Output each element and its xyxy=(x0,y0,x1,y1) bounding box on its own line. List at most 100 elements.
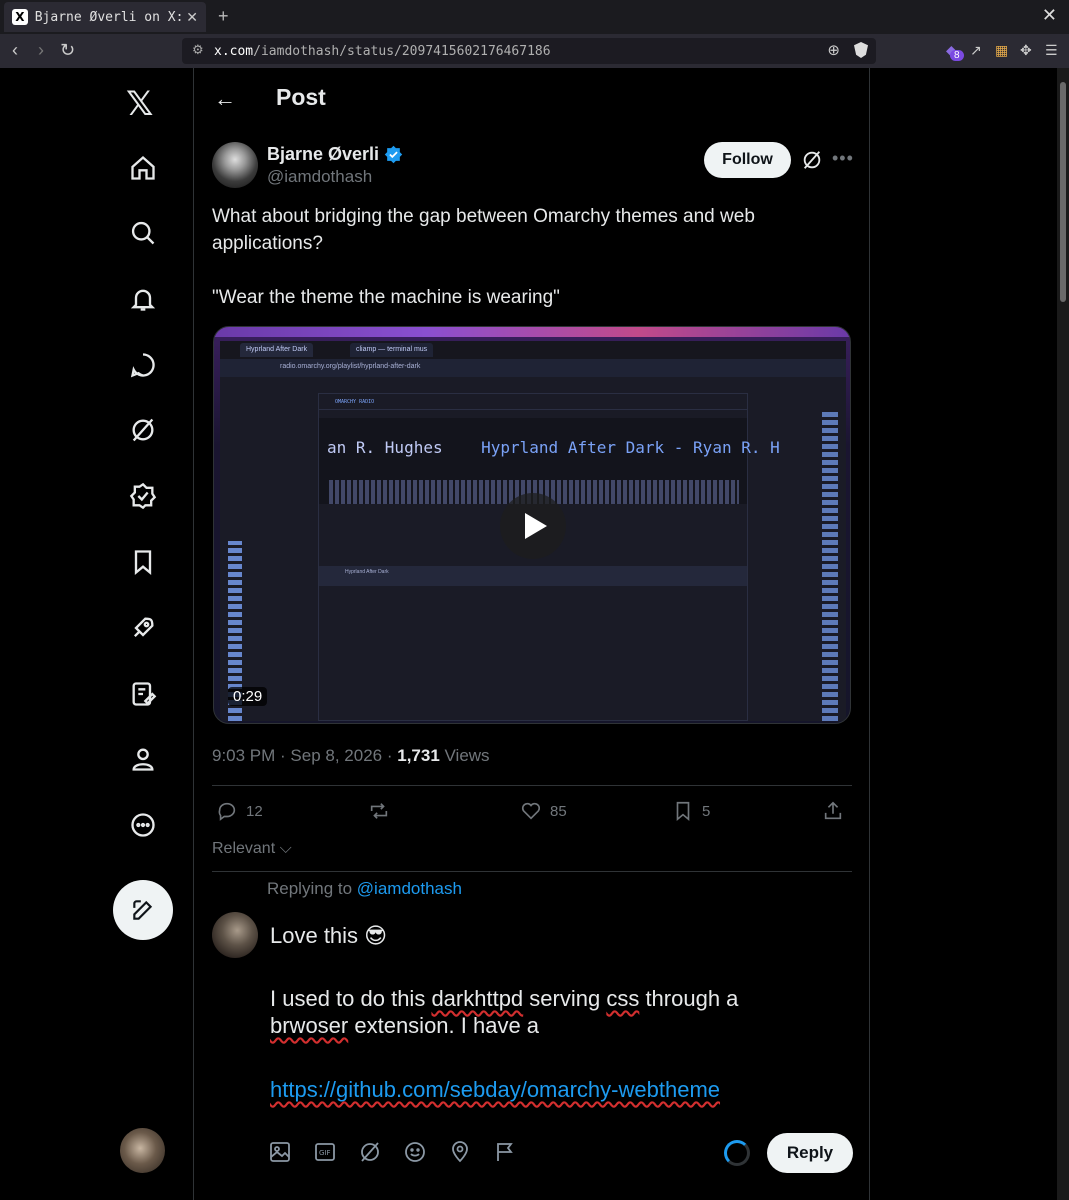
post-metadata: 9:03 PM · Sep 8, 2026 · 1,731 Views xyxy=(212,746,490,765)
follow-button[interactable]: Follow xyxy=(704,142,791,178)
brave-shield-icon[interactable] xyxy=(854,42,868,58)
media-icon[interactable] xyxy=(268,1140,292,1164)
grid-extension-icon[interactable]: ▦ xyxy=(995,42,1011,58)
reply-icon xyxy=(218,802,236,821)
grok-icon[interactable] xyxy=(358,1140,382,1164)
video-marquee-a: an R. Hughes xyxy=(327,438,443,457)
reply-line3-rest: extension. I have a xyxy=(348,1013,540,1038)
rocket-icon[interactable] xyxy=(127,612,159,644)
messages-icon[interactable] xyxy=(127,349,159,381)
extension-badge: 8 xyxy=(950,50,964,61)
video-app-bar: OMARCHY RADIO xyxy=(319,394,747,410)
flag-icon[interactable] xyxy=(493,1140,517,1164)
home-icon[interactable] xyxy=(127,152,159,184)
page-title: Post xyxy=(276,84,326,110)
replying-to-handle[interactable]: @iamdothash xyxy=(357,879,462,898)
location-icon[interactable] xyxy=(448,1140,472,1164)
video-track-row: Hyprland After Dark xyxy=(319,566,747,586)
search-icon[interactable] xyxy=(127,217,159,249)
video-marquee: an R. Hughes Hyprland After Dark - Ryan … xyxy=(319,418,780,504)
author-name[interactable]: Bjarne Øverli xyxy=(267,144,379,165)
puzzle-icon[interactable]: ✥ xyxy=(1020,42,1036,58)
emoji-icon[interactable] xyxy=(403,1140,427,1164)
reply-line3[interactable]: brwoser extension. I have a xyxy=(270,1012,539,1039)
scrollbar[interactable] xyxy=(1057,68,1069,1200)
post-more-icon[interactable]: ••• xyxy=(832,148,854,169)
video-player[interactable]: Hyprland After Dark cliamp — terminal mu… xyxy=(213,326,851,724)
reply-count: 12 xyxy=(246,802,263,820)
video-marquee-text: an R. Hughes Hyprland After Dark - Ryan … xyxy=(327,438,780,457)
share-action[interactable] xyxy=(822,800,852,822)
articles-icon[interactable] xyxy=(127,678,159,710)
post-actions: 12 85 5 xyxy=(212,800,852,826)
x-logo-icon[interactable]: 𝕏 xyxy=(126,84,153,124)
author-handle[interactable]: @iamdothash xyxy=(267,167,372,187)
replying-to: Replying to @iamdothash xyxy=(267,879,462,899)
browser-tab-bar: X Bjarne Øverli on X: ✕ + ✕ xyxy=(0,0,1069,34)
chevron-down-icon: ⌵ xyxy=(275,840,292,857)
site-info-icon[interactable]: ⚙ xyxy=(192,42,204,58)
post-text-line2: applications? xyxy=(212,233,323,254)
misspelled-word: css xyxy=(606,986,640,1011)
post-time[interactable]: 9:03 PM xyxy=(212,746,275,765)
author-name-row[interactable]: Bjarne Øverli xyxy=(267,144,403,165)
menu-icon[interactable]: ☰ xyxy=(1045,42,1061,58)
video-app-title: OMARCHY RADIO xyxy=(335,399,375,405)
divider xyxy=(212,871,852,872)
main-column: ← Post Bjarne Øverli @iamdothash Follow … xyxy=(193,68,870,1200)
share-icon xyxy=(824,801,842,820)
account-avatar[interactable] xyxy=(120,1128,165,1173)
url-bar[interactable]: ⚙ x.com/iamdothash/status/20974156021764… xyxy=(182,38,876,64)
window-close-icon[interactable]: ✕ xyxy=(1042,5,1057,26)
reply-link[interactable]: https://github.com/sebday/omarchy-webthe… xyxy=(270,1077,720,1102)
bookmarks-icon[interactable] xyxy=(127,546,159,578)
repost-icon xyxy=(370,803,388,819)
verified-orgs-icon[interactable] xyxy=(127,480,159,512)
reply-button[interactable]: Reply xyxy=(767,1133,853,1173)
browser-tab[interactable]: X Bjarne Øverli on X: ✕ xyxy=(4,2,206,32)
post-date[interactable]: Sep 8, 2026 xyxy=(290,746,382,765)
play-button[interactable] xyxy=(500,493,566,559)
reply-line1[interactable]: Love this 😎 xyxy=(270,922,387,949)
reload-icon[interactable]: ↻ xyxy=(60,40,75,61)
reply-sort-dropdown[interactable]: Relevant ⌵ xyxy=(212,840,292,858)
profile-icon[interactable] xyxy=(127,743,159,775)
svg-text:GIF: GIF xyxy=(319,1149,331,1157)
heart-icon xyxy=(521,802,541,820)
like-action[interactable]: 85 xyxy=(520,800,567,822)
compose-post-button[interactable] xyxy=(113,880,173,940)
video-tab-2: cliamp — terminal mus xyxy=(350,343,434,357)
bookmark-action[interactable]: 5 xyxy=(672,800,710,822)
repost-action[interactable] xyxy=(368,800,398,822)
bell-icon[interactable] xyxy=(127,283,159,315)
url-host: x.com xyxy=(214,43,254,59)
new-tab-icon[interactable]: + xyxy=(218,6,229,27)
more-options-icon[interactable] xyxy=(127,809,159,841)
play-icon xyxy=(525,513,547,539)
video-marquee-b: Hyprland After Dark - Ryan R. H xyxy=(481,438,780,457)
grok-icon[interactable] xyxy=(127,414,159,446)
url-path: /iamdothash/status/2097415602176467186 xyxy=(253,43,551,59)
reply-link-line[interactable]: https://github.com/sebday/omarchy-webthe… xyxy=(270,1076,720,1103)
verified-badge-icon xyxy=(384,145,403,164)
back-arrow-icon[interactable]: ← xyxy=(214,86,236,112)
post-text-line3: "Wear the theme the machine is wearing" xyxy=(212,287,560,308)
external-link-icon[interactable]: ↗ xyxy=(970,42,986,58)
tab-close-icon[interactable]: ✕ xyxy=(186,9,198,26)
forward-nav-icon[interactable]: › xyxy=(38,40,44,61)
misspelled-word: darkhttpd xyxy=(431,986,524,1011)
gif-icon[interactable]: GIF xyxy=(313,1140,337,1164)
video-tabs: Hyprland After Dark cliamp — terminal mu… xyxy=(220,341,846,359)
scrollbar-thumb[interactable] xyxy=(1060,82,1066,302)
reply-action[interactable]: 12 xyxy=(216,800,263,822)
video-tab-1: Hyprland After Dark xyxy=(240,343,314,357)
grok-explain-icon[interactable] xyxy=(801,149,823,171)
video-url-bar: radio.omarchy.org/playlist/hyprland-afte… xyxy=(220,359,846,377)
reply-line2[interactable]: I used to do this darkhttpd serving css … xyxy=(270,985,738,1012)
reply-avatar xyxy=(212,912,258,958)
video-duration: 0:29 xyxy=(228,687,268,706)
back-nav-icon[interactable]: ‹ xyxy=(12,40,18,61)
like-count: 85 xyxy=(550,802,567,820)
author-avatar[interactable] xyxy=(212,142,258,188)
zoom-icon[interactable]: ⊕ xyxy=(827,41,840,59)
